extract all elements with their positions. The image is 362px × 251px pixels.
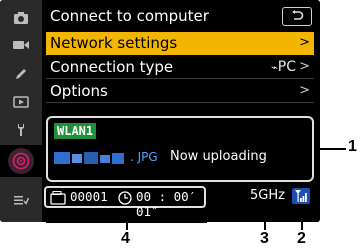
callout-line-2 [301,211,303,230]
menu-item-label: Connection type [50,58,174,76]
playback-icon[interactable] [0,90,42,114]
counter-icon [50,190,66,209]
menu-item-network-settings[interactable]: Network settings > [46,32,314,55]
file-counter: 00001 [70,189,108,204]
menu-sidebar [0,0,42,222]
wifi-band: 5GHz [250,188,285,203]
callout-line-4 [126,221,128,230]
ssid-label: WLAN1 [54,123,97,139]
transfer-counter-box: 00001 00 : 00′ 01″ [44,186,206,219]
file-name-thumbnail [54,152,124,164]
menu-item-label: Options [50,82,108,100]
menu-item-options[interactable]: Options > [46,80,314,103]
elapsed-time: 00 : 00′ 01″ [136,189,197,219]
pencil-icon[interactable] [0,62,42,86]
callout-bracket-right [206,213,208,221]
back-icon [290,7,304,26]
callout-2: 2 [297,230,306,247]
chevron-right-icon: > [299,59,310,74]
chevron-right-icon: > [299,83,310,98]
menu-item-connection-type[interactable]: Connection type ⌁PC > [46,56,314,79]
clock-icon [118,190,132,209]
wrench-icon[interactable] [0,118,42,142]
network-icon[interactable] [0,145,42,177]
title-row: Connect to computer [46,6,314,28]
connection-type-value: ⌁PC [271,59,296,75]
back-button[interactable] [282,7,312,26]
camera-screen: Connect to computer Network settings > C… [0,0,320,222]
callout-4: 4 [121,230,130,247]
pc-connection-icon: ⌁ [271,61,278,74]
connection-status-box: WLAN1 . JPG Now uploading [46,116,314,182]
signal-strength-icon [292,188,310,208]
callout-bracket-left [46,213,48,221]
page-title: Connect to computer [50,7,209,25]
camera-icon[interactable] [0,6,42,30]
mymenu-icon[interactable] [0,188,42,212]
chevron-right-icon: > [299,35,310,50]
file-extension: . JPG [130,150,158,164]
movie-icon[interactable] [0,33,42,57]
upload-status-text: Now uploading [170,149,267,164]
main-panel: Connect to computer Network settings > C… [42,0,320,222]
callout-3: 3 [260,230,269,247]
bottom-status-bar: 00001 00 : 00′ 01″ 5GHz [42,183,320,219]
callout-line-3 [264,211,266,230]
callout-line-1 [316,148,346,150]
callout-1: 1 [348,138,357,155]
menu-item-label: Network settings [50,34,178,52]
